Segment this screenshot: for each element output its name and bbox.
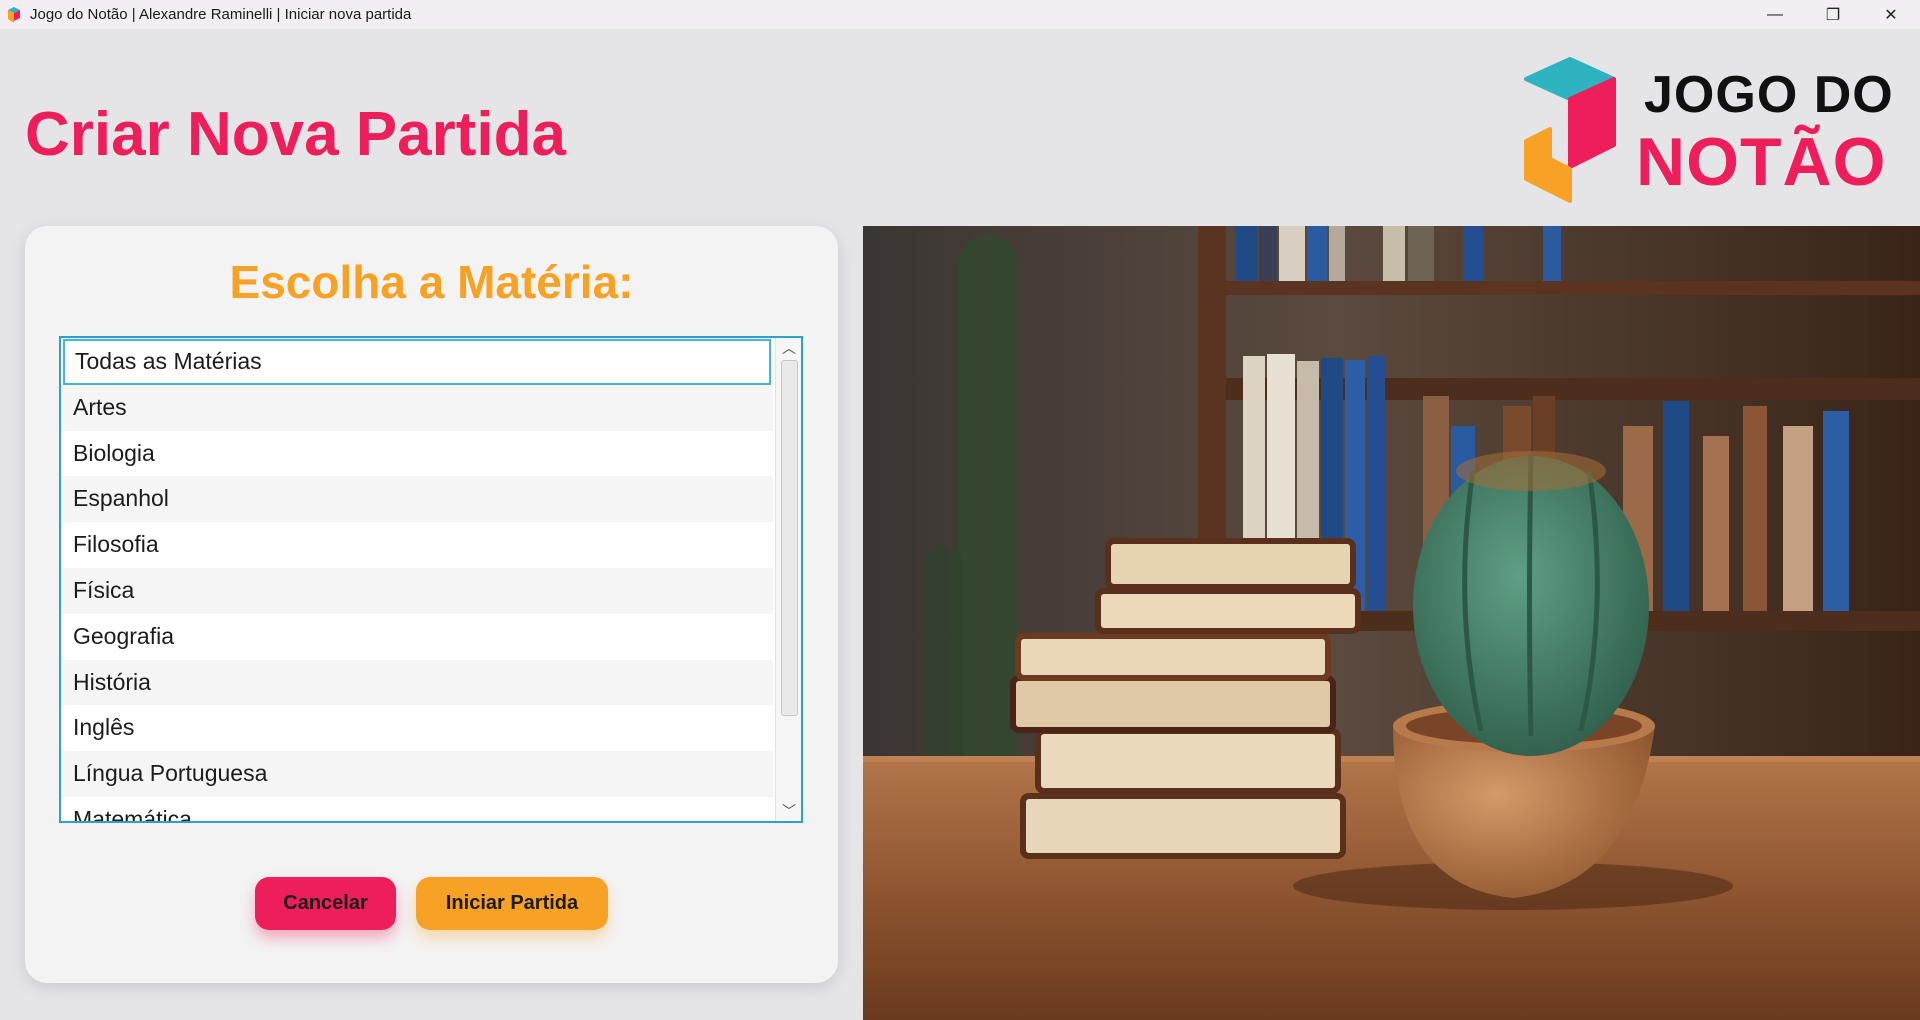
window-titlebar: Jogo do Notão | Alexandre Raminelli | In… [0, 0, 1920, 29]
close-button[interactable]: ✕ [1862, 0, 1920, 29]
logo-text-line1: JOGO DO [1644, 66, 1894, 124]
subject-list-item[interactable]: Todas as Matérias [63, 339, 771, 385]
subject-list[interactable]: Todas as Matérias Artes Biologia Espanhol Fi… [59, 336, 803, 823]
restore-button[interactable]: ❐ [1804, 0, 1862, 29]
scroll-down-icon[interactable]: ﹀ [776, 801, 801, 821]
subject-list-item[interactable]: Inglês [61, 705, 773, 752]
subject-list-item[interactable]: Biologia [61, 430, 773, 477]
subject-list-item[interactable]: Matemática [61, 796, 773, 821]
subject-list-item[interactable]: Espanhol [61, 476, 773, 523]
subject-list-item[interactable]: História [61, 659, 773, 706]
scrollbar-thumb[interactable] [781, 360, 798, 716]
logo-text-line2: NOTÃO [1636, 124, 1887, 200]
start-game-button[interactable]: Iniciar Partida [416, 877, 608, 930]
subject-list-item[interactable]: Geografia [61, 613, 773, 660]
subject-list-item[interactable]: Artes [61, 384, 773, 431]
brand-logo: JOGO DO NOTÃO [1520, 55, 1900, 205]
minimize-button[interactable]: — [1746, 0, 1804, 29]
cactus-books-image [863, 226, 1920, 1020]
app-logo-icon [6, 6, 22, 23]
subject-list-item[interactable]: Física [61, 567, 773, 614]
list-scrollbar[interactable]: ︿ ﹀ [775, 338, 801, 821]
subject-heading: Escolha a Matéria: [229, 256, 634, 308]
page-title: Criar Nova Partida [25, 100, 566, 169]
window-title: Jogo do Notão | Alexandre Raminelli | In… [30, 6, 412, 23]
scroll-up-icon[interactable]: ︿ [776, 338, 801, 358]
subject-card: Escolha a Matéria: Todas as Matérias Arte… [25, 226, 838, 983]
logo-cube-icon [1524, 57, 1616, 203]
subject-list-item[interactable]: Língua Portuguesa [61, 751, 773, 797]
subject-list-item[interactable]: Filosofia [61, 522, 773, 568]
cancel-button[interactable]: Cancelar [255, 877, 396, 930]
